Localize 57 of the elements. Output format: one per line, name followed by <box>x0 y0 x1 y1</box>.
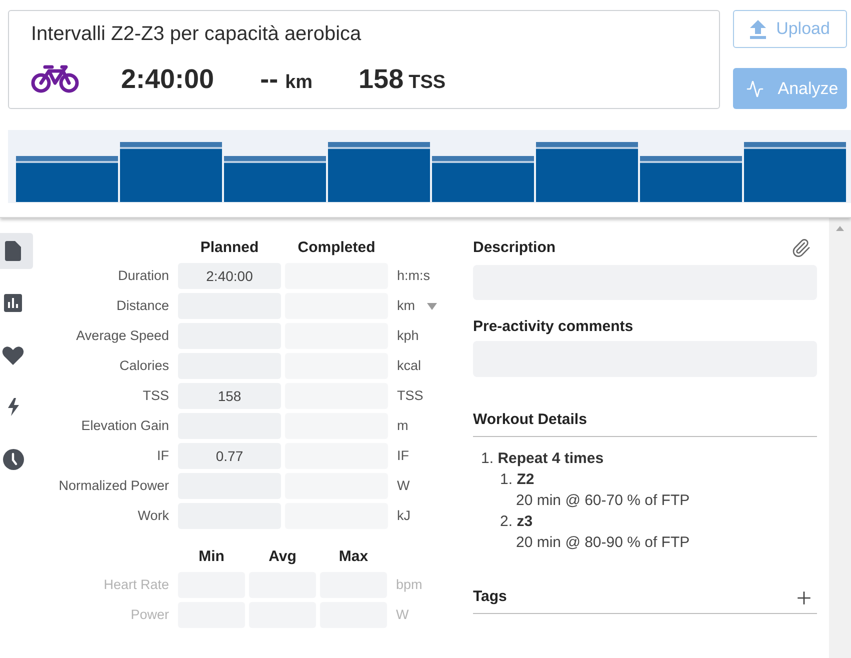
section-heading: Description <box>473 238 556 258</box>
unit-select[interactable]: km <box>397 296 437 316</box>
metric-label: Elevation Gain <box>81 416 169 435</box>
caret-down-icon <box>427 302 437 310</box>
tss-value: 158 <box>358 62 404 96</box>
document-icon <box>5 241 21 261</box>
upload-icon <box>750 20 766 38</box>
planned-field[interactable]: 158 <box>178 383 281 409</box>
scroll-up-arrow-icon <box>836 226 844 231</box>
tss-unit: TSS <box>408 70 446 95</box>
bar-chart-icon <box>4 294 22 312</box>
unit-label: m <box>397 416 408 435</box>
heart-icon <box>2 346 24 364</box>
step-title: 1. Z2 <box>500 470 534 490</box>
column-header: Planned <box>200 238 259 258</box>
metric-label: Normalized Power <box>58 476 169 495</box>
step-detail: 20 min @ 60-70 % of FTP <box>516 491 690 512</box>
unit-label: h:m:s <box>397 266 430 285</box>
column-header: Max <box>338 546 368 567</box>
metric-label: Distance <box>116 296 169 315</box>
workout-title: Intervalli Z2-Z3 per capacità aerobica <box>31 23 362 46</box>
unit-label: TSS <box>397 386 424 405</box>
scrollbar[interactable] <box>829 218 851 658</box>
metric-label: TSS <box>142 386 169 405</box>
unit-label: kJ <box>397 506 410 525</box>
clock-icon <box>2 448 24 470</box>
sidebar-tab[interactable] <box>0 233 33 269</box>
metric-label: IF <box>157 446 169 465</box>
distance-unit: km <box>285 70 313 95</box>
metric-label: Heart Rate <box>104 576 169 594</box>
bolt-icon <box>8 398 18 416</box>
unit-label: bpm <box>396 576 422 594</box>
unit-label: kph <box>397 326 419 345</box>
step-detail: 20 min @ 80-90 % of FTP <box>516 533 690 554</box>
column-header: Min <box>198 546 224 567</box>
planned-field[interactable]: 0.77 <box>178 443 281 469</box>
section-heading: Workout Details <box>473 410 587 430</box>
unit-label: W <box>396 606 409 624</box>
metric-label: Duration <box>118 266 169 285</box>
step-title: 2. z3 <box>500 512 533 532</box>
metric-label: Power <box>130 606 169 624</box>
step-title: 1. Repeat 4 times <box>481 449 604 470</box>
metric-label: Calories <box>119 356 169 375</box>
column-header: Avg <box>268 546 296 567</box>
section-heading: Pre-activity comments <box>473 316 634 337</box>
column-header: Completed <box>298 238 376 258</box>
paperclip-icon[interactable] <box>791 238 811 258</box>
distance-value: -- <box>260 62 278 96</box>
unit-label: kcal <box>397 356 422 375</box>
bicycle-icon <box>31 65 79 93</box>
metric-label: Work <box>138 506 169 525</box>
section-heading: Tags <box>473 587 507 608</box>
planned-field[interactable]: 2:40:00 <box>178 263 281 289</box>
metric-label: Average Speed <box>76 326 169 345</box>
duration-value: 2:40:00 <box>121 62 214 96</box>
unit-label: W <box>397 476 410 495</box>
unit-label: IF <box>397 446 409 465</box>
